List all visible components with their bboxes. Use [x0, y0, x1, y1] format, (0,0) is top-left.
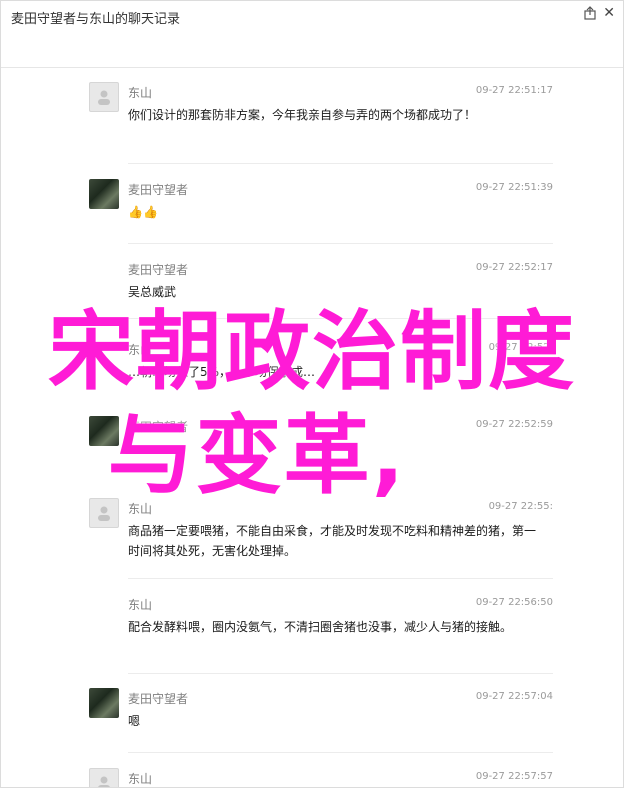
message-time: 09-27 22:57:57: [475, 771, 553, 782]
export-icon[interactable]: [583, 6, 597, 20]
sender-name: 东山: [128, 86, 153, 100]
message-text: 吴总威武: [128, 285, 177, 299]
divider: [128, 752, 553, 753]
divider: [128, 673, 553, 674]
watermark-overlay: 宋朝政治制度 与变革,: [0, 300, 624, 508]
message-time: 09-27 22:51:39: [475, 182, 553, 193]
message-text: 👍👍: [128, 205, 158, 219]
title-bar: 麦田守望者与东山的聊天记录 ✕: [1, 1, 623, 68]
window-title: 麦田守望者与东山的聊天记录: [11, 12, 181, 27]
sender-name: 东山: [128, 772, 153, 786]
divider: [128, 163, 553, 164]
message-time: 09-27 22:51:17: [475, 85, 553, 96]
sender-name: 麦田守望者: [128, 692, 189, 706]
message-time: 09-27 22:56:50: [475, 597, 553, 608]
message-text: 嗯: [128, 714, 141, 728]
user-placeholder-icon: [98, 90, 110, 105]
divider: [128, 578, 553, 579]
overlay-line-2: 与变革,: [107, 406, 407, 506]
close-icon[interactable]: ✕: [603, 4, 615, 22]
sender-name: 东山: [128, 598, 153, 612]
message-text: 你们设计的那套防非方案，今年我亲自参与弄的两个场都成功了！: [128, 108, 477, 122]
message-text: 商品猪一定要喂猪，不能自由采食，才能及时发现不吃料和精神差的猪，第一时间将其处死…: [128, 524, 537, 558]
divider: [128, 243, 553, 244]
avatar[interactable]: [89, 179, 119, 209]
message-time: 09-27 22:52:17: [475, 262, 553, 273]
sender-name: 麦田守望者: [128, 183, 189, 197]
sender-name: 麦田守望者: [128, 263, 189, 277]
avatar[interactable]: [89, 688, 119, 718]
message-time: 09-27 22:57:04: [475, 691, 553, 702]
avatar[interactable]: [89, 82, 119, 112]
avatar[interactable]: [89, 768, 119, 787]
overlay-line-1: 宋朝政治制度: [48, 302, 576, 402]
message-text: 配合发酵料喂，圈内没氨气，不清扫圈舍猪也没事，减少人与猪的接触。: [128, 620, 513, 634]
user-placeholder-icon: [98, 776, 110, 787]
